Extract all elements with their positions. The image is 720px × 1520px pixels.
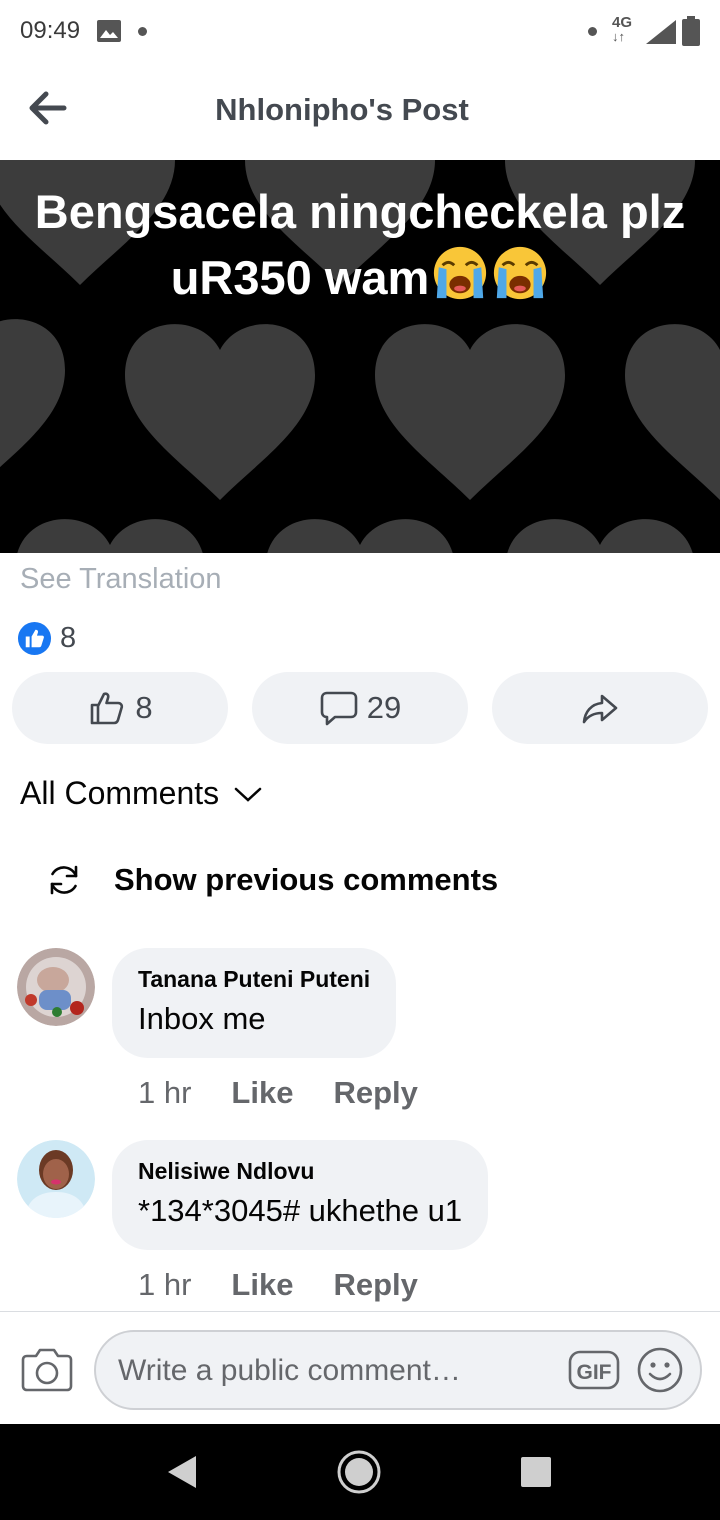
show-previous-comments[interactable]: Show previous comments [46,862,498,898]
post-image[interactable]: Bengsacela ningcheckela plz uR350 wam [0,160,720,553]
like-reaction-icon [17,621,52,655]
see-translation-link[interactable]: See Translation [20,563,222,596]
emoji-smiley-icon[interactable] [636,1346,684,1394]
network-type: 4G ↓↑ [612,14,633,44]
avatar-image [17,948,95,1026]
post-text: Bengsacela ningcheckela plz uR350 wam [0,180,720,310]
camera-icon[interactable] [21,1346,73,1392]
commenter-name[interactable]: Nelisiwe Ndlovu [138,1158,462,1185]
thumbs-up-icon [91,692,124,725]
share-arrow-icon [582,694,618,724]
chevron-down-icon [234,787,262,802]
comment-bubble-icon [320,691,358,726]
signal-icon [646,20,676,44]
reaction-count: 8 [60,621,77,654]
like-count: 8 [135,690,153,725]
refresh-icon [50,865,78,895]
avatar-image [17,1140,95,1218]
comment-meta: 1 hr Like Reply [138,1267,418,1303]
gallery-notification-icon [97,20,121,42]
comment-reply-link[interactable]: Reply [333,1267,417,1303]
comments-filter-dropdown[interactable]: All Comments [20,775,263,812]
post-text-line1: Bengsacela ningcheckela plz [34,185,686,238]
battery-icon [682,16,700,46]
post-text-line2: uR350 wam [14,244,706,310]
status-dot-icon [588,27,597,36]
notification-dot-icon [138,27,147,36]
comment-time: 1 hr [138,1267,192,1302]
comment-text: *134*3045# ukhethe u1 [138,1193,463,1228]
comment-like-link[interactable]: Like [231,1267,293,1303]
comment-bubble[interactable]: Tanana Puteni Puteni Inbox me [112,948,397,1058]
page-title: Nhlonipho's Post [215,92,469,127]
comment-input[interactable]: Write a public comment… GIF [94,1330,702,1410]
comment-input-placeholder: Write a public comment… [118,1354,461,1387]
nav-back-icon[interactable] [166,1454,198,1490]
crying-face-icon [434,246,487,300]
show-previous-label: Show previous comments [114,862,499,897]
comment-meta: 1 hr Like Reply [138,1075,418,1111]
comment-count: 29 [366,690,402,725]
commenter-name[interactable]: Tanana Puteni Puteni [138,966,370,993]
comment-text: Inbox me [138,1001,266,1036]
comment-bubble[interactable]: Nelisiwe Ndlovu *134*3045# ukhethe u1 [112,1140,489,1250]
comment-like-link[interactable]: Like [231,1075,293,1111]
crying-face-icon [494,246,547,300]
status-bar: 09:49 4G ↓↑ [0,0,720,64]
gif-icon: GIF [568,1350,620,1390]
nav-home-icon[interactable] [336,1449,382,1495]
comment-composer: Write a public comment… GIF [0,1311,720,1423]
comment-button[interactable]: 29 [252,672,468,744]
comment-reply-link[interactable]: Reply [333,1075,417,1111]
gif-button[interactable]: GIF [568,1348,620,1392]
comment-time: 1 hr [138,1075,192,1110]
share-button[interactable] [492,672,708,744]
system-nav-bar [0,1424,720,1520]
post-header: Nhlonipho's Post [0,64,720,160]
avatar[interactable] [17,948,95,1026]
comments-filter-label: All Comments [20,775,220,811]
nav-recents-icon[interactable] [520,1456,552,1488]
status-time: 09:49 [20,17,81,44]
avatar[interactable] [17,1140,95,1218]
like-button[interactable]: 8 [12,672,228,744]
gif-label: GIF [577,1361,612,1384]
reaction-summary[interactable]: 8 [17,620,76,656]
